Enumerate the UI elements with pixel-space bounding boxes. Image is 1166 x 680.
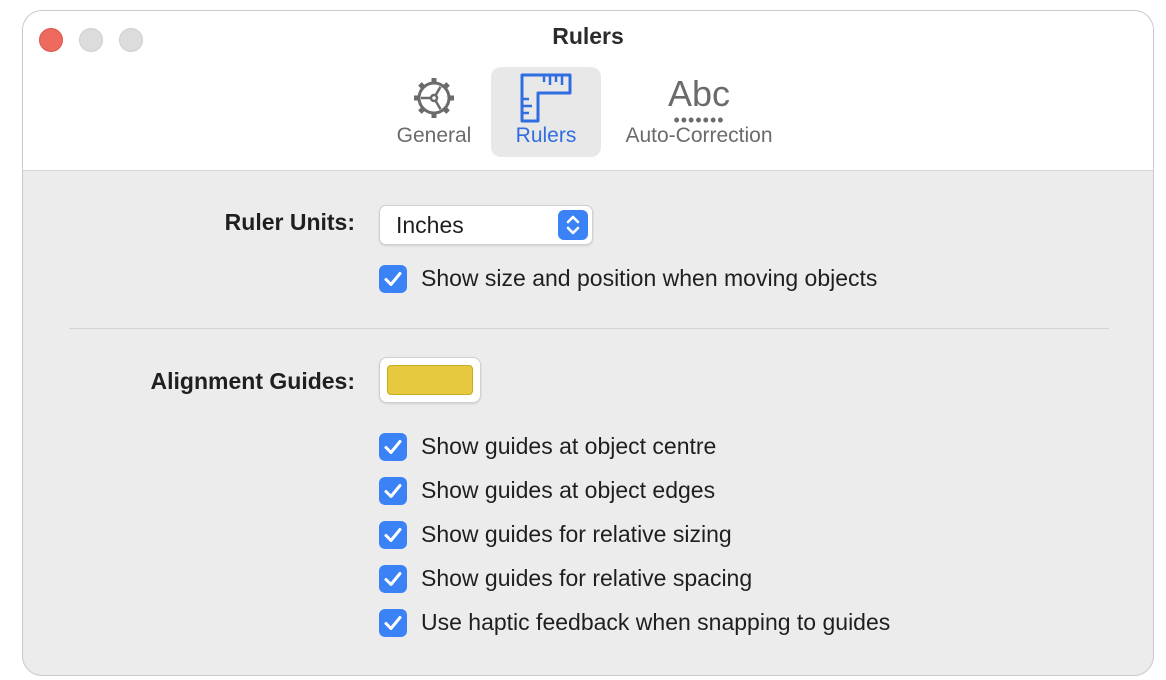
alignment-guide-color-swatch — [387, 365, 473, 395]
alignment-guides-label: Alignment Guides: — [150, 368, 355, 394]
gear-icon — [383, 73, 485, 123]
guides-edges-label: Show guides at object edges — [421, 477, 716, 503]
window-title: Rulers — [552, 23, 624, 49]
toolbar-tab-rulers-label: Rulers — [515, 124, 577, 147]
guides-centre-label: Show guides at object centre — [421, 433, 717, 459]
toolbar-tab-auto-correction[interactable]: Abc ••••••• Auto-Correction — [607, 67, 791, 157]
chevron-up-down-icon — [558, 210, 588, 240]
show-size-position-label: Show size and position when moving objec… — [421, 265, 878, 291]
toolbar-tab-general-label: General — [396, 124, 472, 147]
guides-relative-spacing-label: Show guides for relative spacing — [421, 565, 753, 591]
abc-icon-text: Abc — [667, 73, 731, 114]
guides-edges-checkbox[interactable] — [379, 477, 407, 505]
checkmark-icon — [384, 616, 402, 630]
preferences-window: Rulers General Rulers Abc ••••••• Auto-C… — [22, 10, 1154, 676]
toolbar-tab-rulers[interactable]: Rulers — [491, 67, 601, 157]
checkmark-icon — [384, 484, 402, 498]
checkmark-icon — [384, 440, 402, 454]
section-divider — [69, 328, 1109, 329]
haptic-feedback-label: Use haptic feedback when snapping to gui… — [421, 609, 891, 635]
checkmark-icon — [384, 572, 402, 586]
toolbar-tab-auto-correction-label: Auto-Correction — [625, 124, 773, 147]
haptic-feedback-checkbox[interactable] — [379, 609, 407, 637]
ruler-icon — [491, 73, 601, 123]
ruler-units-label: Ruler Units: — [224, 209, 355, 235]
checkmark-icon — [384, 528, 402, 542]
abc-text-icon: Abc ••••••• — [607, 73, 791, 130]
guides-relative-sizing-checkbox[interactable] — [379, 521, 407, 549]
checkmark-icon — [384, 272, 402, 286]
guides-centre-checkbox[interactable] — [379, 433, 407, 461]
guides-relative-sizing-label: Show guides for relative sizing — [421, 521, 732, 547]
alignment-guide-color-well[interactable] — [379, 357, 481, 403]
ruler-units-popup[interactable]: Inches — [379, 205, 593, 245]
guides-relative-spacing-checkbox[interactable] — [379, 565, 407, 593]
show-size-position-checkbox[interactable] — [379, 265, 407, 293]
ruler-units-value: Inches — [396, 212, 464, 238]
title-bar: Rulers General Rulers Abc ••••••• Auto-C… — [23, 11, 1153, 171]
toolbar-tab-general[interactable]: General — [383, 67, 485, 157]
